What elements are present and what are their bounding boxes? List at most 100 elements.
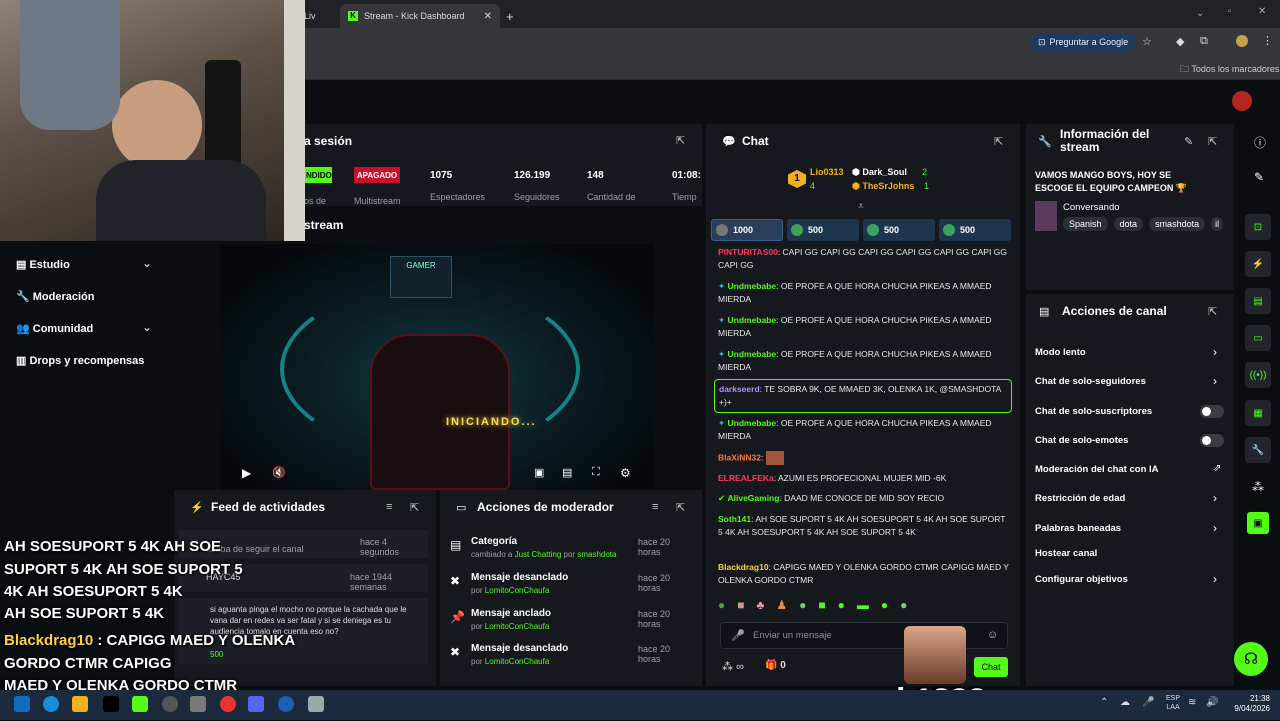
chat-message[interactable]: BlaXiNN32: bbox=[718, 451, 1010, 465]
expand-leaders-icon[interactable]: ⩡ bbox=[858, 201, 864, 212]
support-button[interactable]: ☊ bbox=[1234, 642, 1268, 676]
app-icon[interactable] bbox=[278, 696, 294, 712]
chat-username[interactable]: BlaXiNN32 bbox=[718, 452, 761, 462]
tab-live[interactable]: Liv bbox=[300, 4, 338, 28]
tag-chip[interactable]: il bbox=[1211, 217, 1224, 231]
profile-avatar[interactable] bbox=[1236, 35, 1248, 47]
points-icon[interactable]: ⁂ bbox=[1252, 480, 1264, 494]
filter-icon[interactable]: ≡ bbox=[386, 501, 392, 513]
chat-message[interactable]: ✦ Undmebabe: OE PROFE A QUE HORA CHUCHA … bbox=[718, 280, 1010, 306]
extension-icon[interactable]: ◆ bbox=[1176, 35, 1184, 48]
send-chat-button[interactable]: Chat bbox=[974, 657, 1008, 677]
emote-icon[interactable]: ● bbox=[718, 598, 725, 616]
action-configure-goals[interactable]: Configurar objetivos bbox=[1035, 574, 1128, 585]
settings-gear-icon[interactable]: ⚙ bbox=[620, 466, 631, 480]
puzzle-icon[interactable]: ⧉ bbox=[1200, 35, 1208, 48]
language-indicator[interactable]: ESP LAA bbox=[1166, 694, 1180, 712]
emote-icon[interactable]: ● bbox=[799, 598, 806, 616]
chevron-right-icon[interactable]: › bbox=[1213, 374, 1217, 388]
file-explorer-icon[interactable] bbox=[72, 696, 88, 712]
star-icon[interactable]: ☆ bbox=[1142, 35, 1152, 48]
mute-icon[interactable]: 🔇 bbox=[272, 466, 286, 479]
edge-icon[interactable] bbox=[43, 696, 59, 712]
start-icon[interactable] bbox=[14, 696, 30, 712]
edit-pencil-icon[interactable]: ✎ bbox=[1254, 170, 1264, 184]
chat-username[interactable]: Undmebabe bbox=[727, 418, 776, 428]
popout-icon[interactable]: ⇱ bbox=[994, 135, 1003, 148]
discord-icon[interactable] bbox=[248, 696, 264, 712]
rail-broadcast-button[interactable]: ((•)) bbox=[1245, 362, 1271, 388]
chevron-right-icon[interactable]: › bbox=[1213, 572, 1217, 586]
emote-icon[interactable]: ■ bbox=[737, 598, 744, 616]
nav-item-moderacion[interactable]: 🔧 Moderación bbox=[16, 290, 95, 303]
emote-icon[interactable]: ■ bbox=[818, 598, 825, 616]
rail-game-button[interactable]: ▣ bbox=[1247, 512, 1269, 534]
chat-message[interactable]: Soth141: AH SOE SUPORT 5 4K AH SOESUPORT… bbox=[718, 513, 1010, 539]
fullscreen-icon[interactable]: ⛶ bbox=[592, 466, 600, 479]
emote-icon[interactable]: ♟ bbox=[776, 598, 787, 616]
popout-icon[interactable]: ⇱ bbox=[410, 501, 419, 514]
emote-icon[interactable]: ▬ bbox=[857, 598, 869, 616]
action-followers-only[interactable]: Chat de solo-seguidores bbox=[1035, 376, 1146, 387]
microphone-icon[interactable]: 🎤 bbox=[731, 629, 745, 642]
chevron-right-icon[interactable]: › bbox=[1213, 345, 1217, 359]
microphone-icon[interactable]: 🎤 bbox=[1142, 697, 1154, 708]
chevron-down-icon[interactable]: ⌄ bbox=[142, 256, 152, 270]
calculator-icon[interactable] bbox=[308, 696, 324, 712]
action-host-channel[interactable]: Hostear canal bbox=[1035, 548, 1097, 559]
gift-badge[interactable]: 500 bbox=[939, 219, 1011, 241]
chevron-down-icon[interactable]: ⌄ bbox=[142, 320, 152, 334]
menu-icon[interactable]: ⋮ bbox=[1262, 34, 1273, 47]
rail-notes-button[interactable]: ▤ bbox=[1245, 288, 1271, 314]
nav-item-drops[interactable]: ▥ Drops y recompensas bbox=[16, 354, 144, 367]
obs-icon[interactable] bbox=[162, 696, 178, 712]
chat-message[interactable]: ✦ Undmebabe: OE PROFE A QUE HORA CHUCHA … bbox=[718, 417, 1010, 443]
rail-channel-actions-button[interactable]: ▦ bbox=[1245, 400, 1271, 426]
nav-item-estudio[interactable]: ▤ Estudio bbox=[16, 258, 70, 271]
gift-badge[interactable]: 500 bbox=[863, 219, 935, 241]
volume-icon[interactable]: 🔊 bbox=[1206, 697, 1218, 708]
action-banned-words[interactable]: Palabras baneadas bbox=[1035, 523, 1121, 534]
rail-chat-button[interactable]: ▭ bbox=[1245, 325, 1271, 351]
minimize-icon[interactable]: ⌄ bbox=[1196, 8, 1204, 19]
tray-chevron-icon[interactable]: ⌃ bbox=[1100, 697, 1108, 708]
tag-chip[interactable]: dota bbox=[1113, 217, 1144, 231]
chevron-right-icon[interactable]: › bbox=[1213, 491, 1217, 505]
external-link-icon[interactable]: ⇗ bbox=[1213, 463, 1221, 474]
emotes-only-toggle[interactable] bbox=[1200, 434, 1224, 447]
chat-username[interactable]: Undmebabe bbox=[727, 349, 776, 359]
gift-badge[interactable]: 1000 bbox=[711, 219, 783, 241]
pip-icon[interactable]: ▣ bbox=[534, 466, 544, 479]
network-icon[interactable]: ☁ bbox=[1120, 697, 1130, 708]
tab-kick-dashboard[interactable]: K Stream - Kick Dashboard ✕ bbox=[340, 4, 500, 28]
chat-message[interactable]: Blackdrag10: CAPIGG MAED Y OLENKA GORDO … bbox=[718, 561, 1010, 587]
window-close-icon[interactable]: ✕ bbox=[1258, 6, 1266, 17]
chevron-right-icon[interactable]: › bbox=[1213, 521, 1217, 535]
chat-message[interactable]: ELREALFEKa: AZUMI ES PROFECIONAL MUJER M… bbox=[718, 472, 1010, 485]
kick-app-icon[interactable] bbox=[103, 696, 119, 712]
theater-icon[interactable]: ▤ bbox=[562, 466, 572, 479]
filter-icon[interactable]: ≡ bbox=[652, 501, 658, 513]
ask-google-button[interactable]: ⊡ Preguntar a Google bbox=[1030, 33, 1137, 51]
chat-username[interactable]: AliveGaming bbox=[727, 493, 779, 503]
chat-username[interactable]: Undmebabe bbox=[727, 281, 776, 291]
popout-icon[interactable]: ⇱ bbox=[676, 134, 685, 147]
emote-icon[interactable]: ● bbox=[838, 598, 845, 616]
chat-message[interactable]: ✦ Undmebabe: OE PROFE A QUE HORA CHUCHA … bbox=[718, 314, 1010, 340]
app-icon[interactable] bbox=[190, 696, 206, 712]
action-slow-mode[interactable]: Modo lento bbox=[1035, 347, 1086, 358]
chat-message[interactable]: ✔ AliveGaming: DAAD ME CONOCE DE MID SOY… bbox=[718, 492, 1010, 505]
rail-activity-button[interactable]: ⚡ bbox=[1245, 251, 1271, 277]
stream-video[interactable]: GAMER INICIANDO... ▶ 🔇 ▣ ▤ ⛶ ⚙ bbox=[220, 244, 654, 490]
user-avatar[interactable] bbox=[1232, 91, 1252, 111]
popout-icon[interactable]: ⇱ bbox=[1208, 305, 1217, 318]
chat-username[interactable]: Soth141 bbox=[718, 514, 751, 524]
new-tab-button[interactable]: + bbox=[506, 4, 520, 28]
tag-chip[interactable]: smashdota bbox=[1149, 217, 1206, 231]
chat-username[interactable]: darkseerd bbox=[719, 384, 760, 394]
clock[interactable]: 21:38 9/04/2026 bbox=[1226, 694, 1270, 714]
chrome-icon[interactable] bbox=[220, 696, 236, 712]
rail-wrench-button[interactable]: 🔧 bbox=[1245, 437, 1271, 463]
popout-icon[interactable]: ⇱ bbox=[676, 501, 685, 514]
info-icon[interactable]: ⓘ bbox=[1254, 134, 1266, 151]
